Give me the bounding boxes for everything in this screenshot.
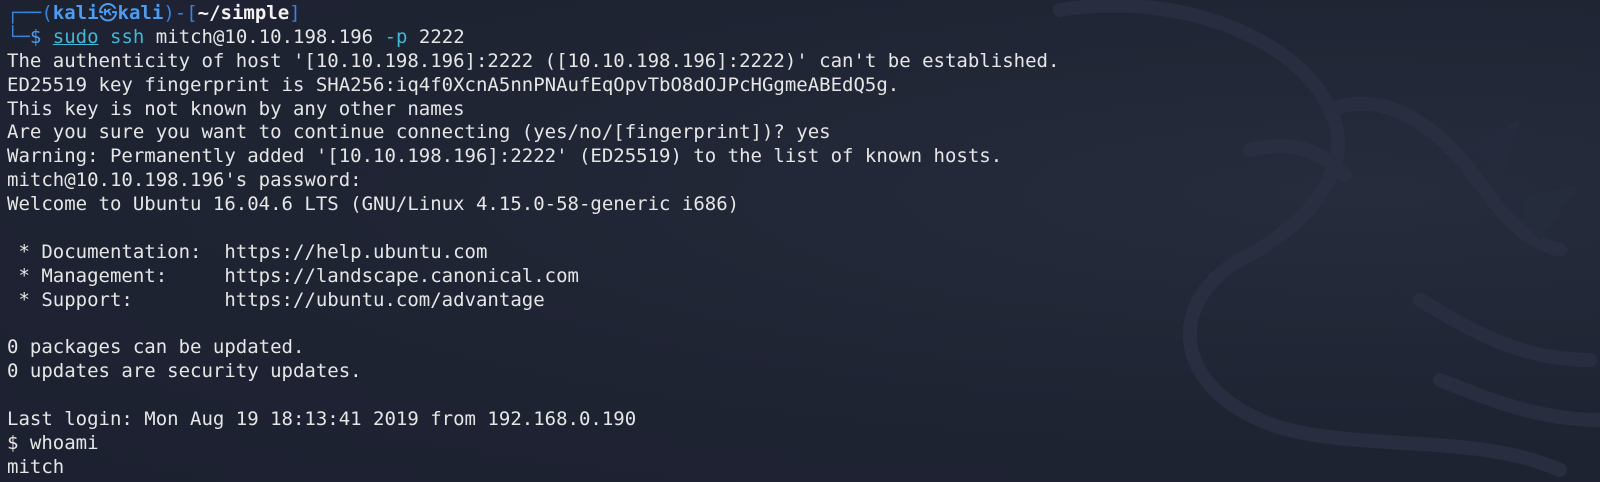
- output-line: 0 packages can be updated.: [7, 336, 305, 359]
- terminal-window[interactable]: ┌──(kali㉿kali)-[~/simple] └─$ sudo ssh m…: [0, 0, 1600, 482]
- terminal-output: ┌──(kali㉿kali)-[~/simple] └─$ sudo ssh m…: [7, 2, 1600, 480]
- command-line: └─$ sudo ssh mitch@10.10.198.196 -p 2222: [7, 26, 1600, 50]
- output-line: mitch: [7, 455, 65, 478]
- prompt-frame-end: ]: [289, 2, 301, 24]
- prompt-dollar: $: [29, 25, 53, 48]
- prompt-line: ┌──(kali㉿kali)-[~/simple]: [7, 2, 1600, 26]
- output-line: Last login: Mon Aug 19 18:13:41 2019 fro…: [7, 408, 637, 431]
- output-line: * Management: https://landscape.canonica…: [7, 264, 579, 287]
- command-port: 2222: [418, 25, 465, 48]
- output-line: Are you sure you want to continue connec…: [7, 121, 831, 144]
- output-line: Warning: Permanently added '[10.10.198.1…: [7, 145, 1003, 168]
- output-line: Welcome to Ubuntu 16.04.6 LTS (GNU/Linux…: [7, 193, 740, 216]
- command-sudo: sudo: [52, 25, 99, 48]
- command-flag: -p: [384, 25, 408, 48]
- output-line: The authenticity of host '[10.10.198.196…: [7, 49, 1060, 72]
- command-ssh: ssh: [110, 25, 145, 48]
- output-line: 0 updates are security updates.: [7, 360, 362, 383]
- prompt-skull-icon: ㉿: [98, 2, 118, 24]
- prompt-user: kali: [52, 2, 99, 24]
- prompt-frame-top: ┌──(: [7, 2, 53, 24]
- prompt-frame-bottom: └─: [7, 25, 30, 48]
- output-line: This key is not known by any other names: [7, 97, 465, 120]
- prompt-path: ~/simple: [197, 2, 290, 24]
- output-line: mitch@10.10.198.196's password:: [7, 169, 374, 192]
- prompt-frame-mid: )-[: [163, 2, 198, 24]
- output-line: * Documentation: https://help.ubuntu.com: [7, 240, 488, 263]
- command-target: mitch@10.10.198.196: [155, 25, 374, 48]
- prompt-host: kali: [117, 2, 164, 24]
- output-line: $ whoami: [7, 432, 99, 455]
- output-line: ED25519 key fingerprint is SHA256:iq4f0X…: [7, 73, 900, 96]
- output-line: * Support: https://ubuntu.com/advantage: [7, 288, 545, 311]
